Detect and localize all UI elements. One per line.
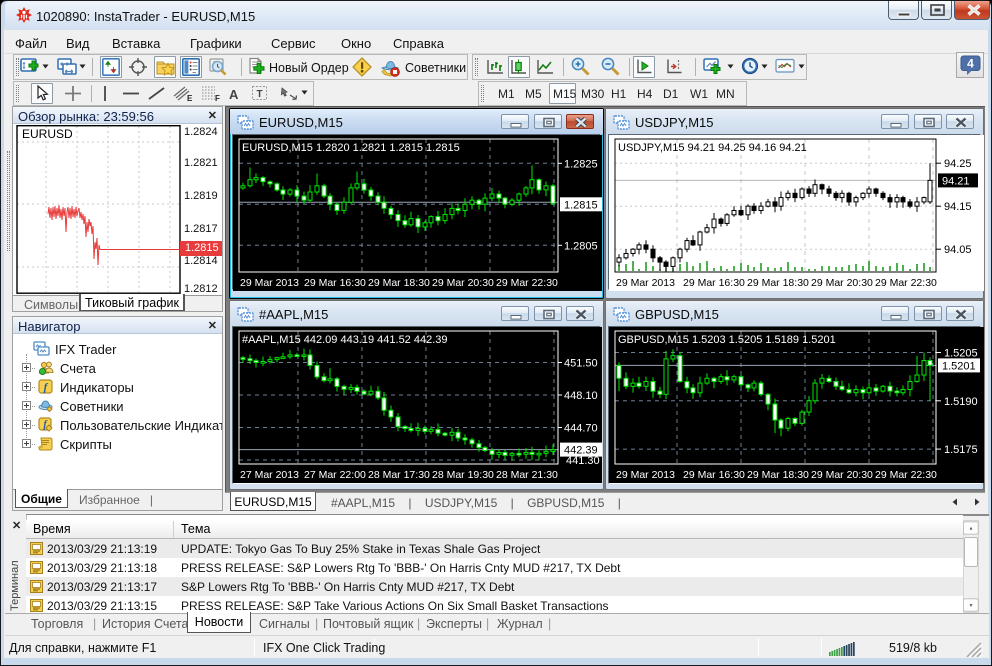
svg-text:29 Mar 2013: 29 Mar 2013 xyxy=(616,277,675,289)
svg-text:4: 4 xyxy=(967,57,974,71)
svg-text:451.50: 451.50 xyxy=(564,358,598,370)
svg-text:1.2825: 1.2825 xyxy=(564,158,598,170)
svg-text:441.30: 441.30 xyxy=(566,455,600,467)
svg-text:444.70: 444.70 xyxy=(564,423,598,435)
svg-text:E: E xyxy=(187,94,193,102)
svg-text:1.2805: 1.2805 xyxy=(564,240,598,252)
svg-text:T: T xyxy=(256,89,262,100)
svg-text:94.15: 94.15 xyxy=(944,201,972,213)
svg-text:29 Mar 20:30: 29 Mar 20:30 xyxy=(811,469,873,481)
svg-text:28 Mar 19:30: 28 Mar 19:30 xyxy=(432,469,494,481)
svg-text:29 Mar 22:30: 29 Mar 22:30 xyxy=(496,277,558,289)
svg-text:1.5201: 1.5201 xyxy=(942,360,976,372)
svg-text:EURUSD: EURUSD xyxy=(22,127,73,141)
svg-text:29 Mar 18:30: 29 Mar 18:30 xyxy=(747,469,809,481)
svg-text:28 Mar 17:30: 28 Mar 17:30 xyxy=(368,469,430,481)
svg-text:EURUSD,M15 1.2820 1.2821 1.28: EURUSD,M15 1.2820 1.2821 1.2815 1.2815 xyxy=(242,142,460,154)
svg-text:USDJPY,M15 94.21 94.25 94.16: USDJPY,M15 94.21 94.25 94.16 94.21 xyxy=(618,142,807,154)
svg-text:1.2815: 1.2815 xyxy=(564,199,598,211)
svg-text:29 Mar 22:30: 29 Mar 22:30 xyxy=(875,469,937,481)
svg-text:29 Mar 18:30: 29 Mar 18:30 xyxy=(368,277,430,289)
svg-text:1.5190: 1.5190 xyxy=(944,396,978,408)
svg-text:27 Mar 22:00: 27 Mar 22:00 xyxy=(304,469,366,481)
svg-text:29 Mar 16:30: 29 Mar 16:30 xyxy=(683,277,745,289)
svg-text:94.25: 94.25 xyxy=(944,158,972,170)
svg-text:29 Mar 2013: 29 Mar 2013 xyxy=(240,277,299,289)
svg-text:#AAPL,M15 442.09 443.19 441.5: #AAPL,M15 442.09 443.19 441.52 442.39 xyxy=(242,334,448,346)
svg-text:27 Mar 2013: 27 Mar 2013 xyxy=(240,469,299,481)
svg-text:448.10: 448.10 xyxy=(564,390,598,402)
svg-text:29 Mar 16:30: 29 Mar 16:30 xyxy=(304,277,366,289)
svg-text:1.5175: 1.5175 xyxy=(944,444,978,456)
svg-text:29 Mar 16:30: 29 Mar 16:30 xyxy=(683,469,745,481)
svg-text:29 Mar 20:30: 29 Mar 20:30 xyxy=(811,277,873,289)
svg-text:94.21: 94.21 xyxy=(942,175,970,187)
svg-text:28 Mar 21:30: 28 Mar 21:30 xyxy=(496,469,558,481)
svg-text:29 Mar 18:30: 29 Mar 18:30 xyxy=(747,277,809,289)
svg-text:29 Mar 2013: 29 Mar 2013 xyxy=(616,469,675,481)
svg-text:F: F xyxy=(215,94,220,102)
svg-text:29 Mar 22:30: 29 Mar 22:30 xyxy=(875,277,937,289)
svg-text:94.05: 94.05 xyxy=(944,244,972,256)
svg-text:29 Mar 20:30: 29 Mar 20:30 xyxy=(432,277,494,289)
svg-text:GBPUSD,M15 1.5203 1.5205 1.51: GBPUSD,M15 1.5203 1.5205 1.5189 1.5201 xyxy=(618,334,836,346)
svg-text:1.5205: 1.5205 xyxy=(944,348,978,360)
